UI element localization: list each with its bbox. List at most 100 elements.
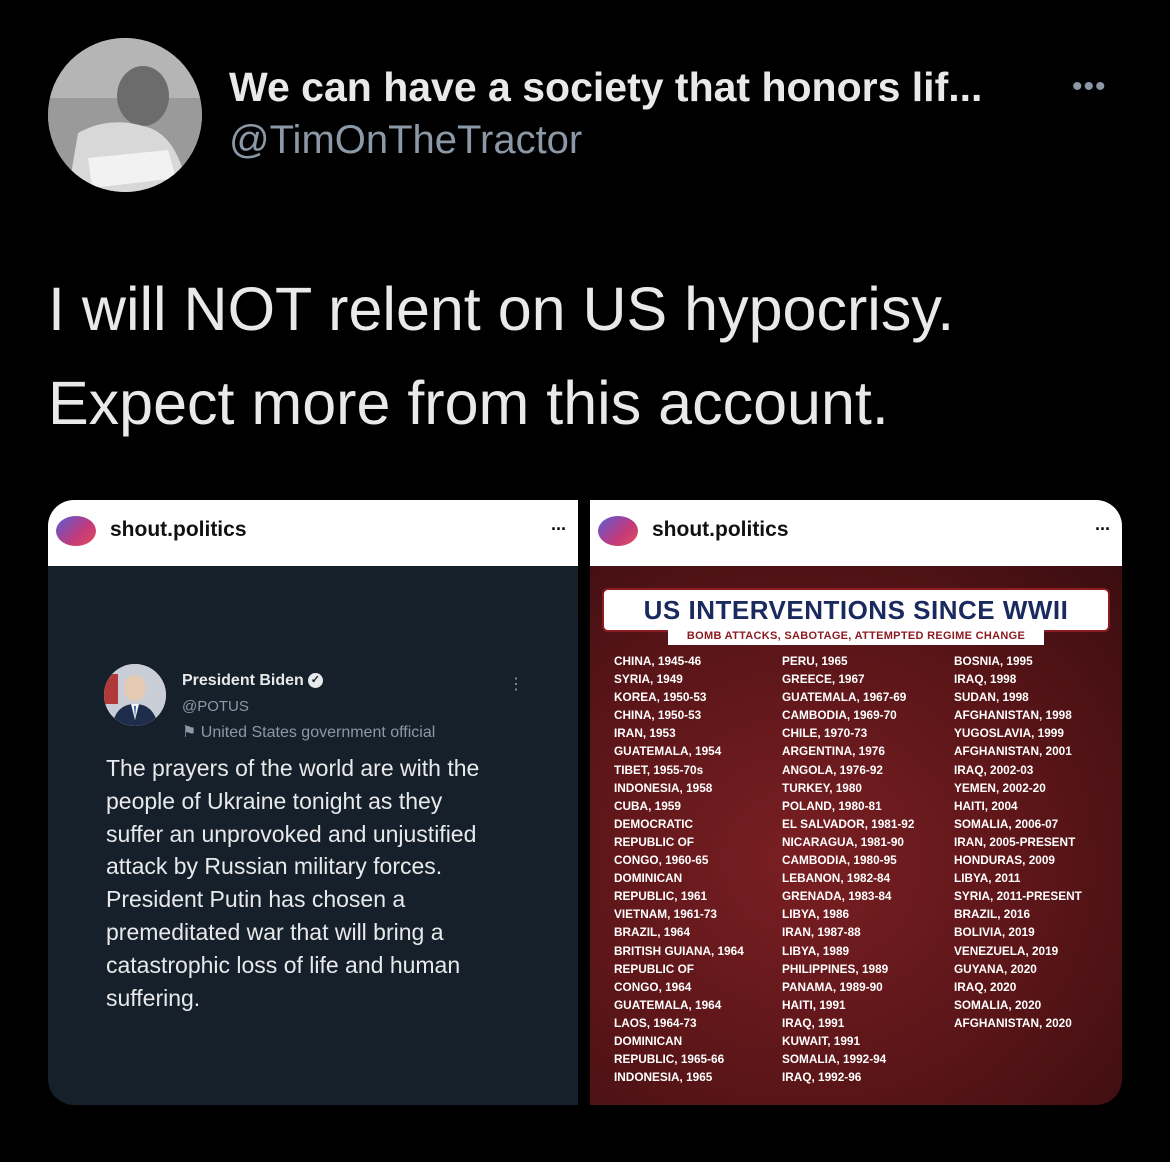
user-handle[interactable]: @TimOnTheTractor <box>229 118 582 163</box>
intervention-entry: YEMEN, 2002-20 <box>954 780 1046 795</box>
intervention-column-1: CHINA, 1945-46 SYRIA, 1949 KOREA, 1950-53 C… <box>614 652 744 1086</box>
embedded-text-line: people of Ukraine tonight as they <box>106 787 443 814</box>
instagram-header: shout.politics ... <box>590 500 1122 566</box>
more-horizontal-icon[interactable]: ••• <box>1072 70 1107 104</box>
intervention-entry: BOLIVIA, 2019 <box>954 925 1035 940</box>
intervention-entry: GRENADA, 1983-84 <box>782 889 892 904</box>
intervention-entry: PERU, 1965 <box>782 654 848 668</box>
intervention-entry: BRAZIL, 1964 <box>614 925 691 940</box>
intervention-entry: PANAMA, 1989-90 <box>782 979 883 994</box>
intervention-entry: REPUBLIC, 1965-66 <box>614 1052 725 1067</box>
intervention-entry: AFGHANISTAN, 2020 <box>954 1015 1072 1030</box>
intervention-entry: IRAQ, 1991 <box>782 1015 845 1030</box>
intervention-entry: CUBA, 1959 <box>614 798 681 813</box>
intervention-entry: AFGHANISTAN, 2001 <box>954 744 1072 759</box>
intervention-entry: CHINA, 1950-53 <box>614 708 702 723</box>
account-logo-icon <box>56 516 96 546</box>
intervention-entry: AFGHANISTAN, 1998 <box>954 708 1072 723</box>
government-label-text: United States government official <box>200 724 436 741</box>
intervention-entry: TURKEY, 1980 <box>782 780 862 795</box>
intervention-entry: EL SALVADOR, 1981-92 <box>782 816 915 831</box>
avatar-photo <box>48 38 202 192</box>
embedded-text-line: suffering. <box>106 984 201 1011</box>
intervention-entry: LIBYA, 1986 <box>782 907 850 922</box>
intervention-entry: VENEZUELA, 2019 <box>954 943 1059 958</box>
intervention-entry: CHILE, 1970-73 <box>782 726 868 741</box>
embedded-tweet: President Biden ✓ @POTUS ⚑ United States … <box>48 566 578 1105</box>
intervention-entry: YUGOSLAVIA, 1999 <box>954 726 1064 741</box>
intervention-entry: SOMALIA, 2006-07 <box>954 816 1059 831</box>
intervention-entry: PHILIPPINES, 1989 <box>782 961 889 976</box>
tweet-text: I will NOT relent on US hypocrisy. Expec… <box>48 262 1128 450</box>
tweet-media[interactable]: shout.politics ... President Biden ✓ @POT… <box>48 500 1122 1105</box>
embedded-text-line: President Putin has chosen a <box>106 886 406 913</box>
intervention-entry: SYRIA, 1949 <box>614 672 683 687</box>
intervention-entry: ARGENTINA, 1976 <box>782 744 885 759</box>
account-logo-icon <box>598 516 638 546</box>
intervention-entry: HONDURAS, 2009 <box>954 853 1055 868</box>
intervention-entry: IRAQ, 1992-96 <box>782 1070 862 1085</box>
intervention-entry: IRAQ, 2002-03 <box>954 762 1034 777</box>
more-vertical-icon: ⋮ <box>508 676 524 693</box>
display-name[interactable]: We can have a society that honors lif... <box>229 64 982 111</box>
intervention-entry: HAITI, 2004 <box>954 798 1018 813</box>
intervention-entry: CONGO, 1960-65 <box>614 853 709 868</box>
embedded-text-line: suffer an unprovoked and unjustified <box>106 820 477 847</box>
intervention-entry: GUATEMALA, 1967-69 <box>782 690 907 705</box>
poster-title-box: US INTERVENTIONS SINCE WWII <box>602 588 1110 632</box>
intervention-entry: NICARAGUA, 1981-90 <box>782 834 904 849</box>
intervention-entry: DOMINICAN <box>614 871 683 886</box>
instagram-account-name: shout.politics <box>652 518 789 541</box>
intervention-entry: REPUBLIC, 1961 <box>614 889 708 904</box>
intervention-column-2: PERU, 1965 GREECE, 1967 GUATEMALA, 1967-69… <box>782 652 914 1086</box>
intervention-entry: ANGOLA, 1976-92 <box>782 762 883 777</box>
media-image-right[interactable]: shout.politics ... US INTERVENTIONS SINC… <box>590 500 1122 1105</box>
intervention-entry: INDONESIA, 1958 <box>614 780 713 795</box>
intervention-entry: POLAND, 1980-81 <box>782 798 882 813</box>
intervention-entry: KOREA, 1950-53 <box>614 690 707 705</box>
intervention-entry: GREECE, 1967 <box>782 672 865 687</box>
intervention-entry: CONGO, 1964 <box>614 979 692 994</box>
intervention-entry: REPUBLIC OF <box>614 961 694 976</box>
intervention-entry: CAMBODIA, 1980-95 <box>782 853 897 868</box>
intervention-entry: SOMALIA, 1992-94 <box>782 1052 887 1067</box>
intervention-entry: LIBYA, 1989 <box>782 943 850 958</box>
embedded-text-line: catastrophic loss of life and human <box>106 951 461 978</box>
intervention-entry: IRAN, 1953 <box>614 726 676 741</box>
flag-icon: ⚑ <box>182 724 197 741</box>
embedded-avatar <box>104 664 166 726</box>
user-avatar[interactable] <box>48 38 202 192</box>
embedded-tweet-text: The prayers of the world are with the pe… <box>106 752 546 1014</box>
intervention-entry: BOSNIA, 1995 <box>954 654 1033 668</box>
intervention-entry: IRAN, 2005-PRESENT <box>954 834 1076 849</box>
intervention-entry: INDONESIA, 1965 <box>614 1070 713 1085</box>
intervention-entry: BRITISH GUIANA, 1964 <box>614 943 744 958</box>
poster-title: US INTERVENTIONS SINCE WWII <box>643 595 1069 625</box>
intervention-entry: BRAZIL, 2016 <box>954 907 1031 922</box>
embedded-name-text: President Biden <box>182 672 304 689</box>
tweet-text-line: I will NOT relent on US hypocrisy. <box>48 275 955 343</box>
intervention-entry: LAOS, 1964-73 <box>614 1015 697 1030</box>
government-label: ⚑ United States government official <box>182 722 435 742</box>
intervention-entry: GUATEMALA, 1954 <box>614 744 722 759</box>
interventions-poster: US INTERVENTIONS SINCE WWII BOMB ATTACKS… <box>590 566 1122 1105</box>
intervention-entry: REPUBLIC OF <box>614 834 694 849</box>
media-image-left[interactable]: shout.politics ... President Biden ✓ @POT… <box>48 500 578 1105</box>
poster-subtitle: BOMB ATTACKS, SABOTAGE, ATTEMPTED REGIME… <box>668 627 1044 645</box>
instagram-account-name: shout.politics <box>110 518 247 541</box>
intervention-entry: TIBET, 1955-70s <box>614 762 704 777</box>
embedded-text-line: The prayers of the world are with the <box>106 755 480 781</box>
intervention-entry: SYRIA, 2011-PRESENT <box>954 889 1082 904</box>
embedded-name: President Biden ✓ <box>182 672 323 690</box>
embedded-text-line: premeditated war that will bring a <box>106 918 444 945</box>
verified-badge-icon: ✓ <box>307 673 323 689</box>
intervention-entry: DOMINICAN <box>614 1033 683 1048</box>
intervention-entry: IRAN, 1987-88 <box>782 925 861 940</box>
embedded-handle: @POTUS <box>182 698 249 715</box>
intervention-entry: CAMBODIA, 1969-70 <box>782 708 897 723</box>
more-horizontal-icon: ... <box>550 514 566 534</box>
intervention-entry: GUATEMALA, 1964 <box>614 997 722 1012</box>
embedded-avatar-photo <box>104 664 166 726</box>
intervention-column-3: BOSNIA, 1995 IRAQ, 1998 SUDAN, 1998 AFGHANI… <box>954 652 1082 1032</box>
intervention-entry: VIETNAM, 1961-73 <box>614 907 717 922</box>
